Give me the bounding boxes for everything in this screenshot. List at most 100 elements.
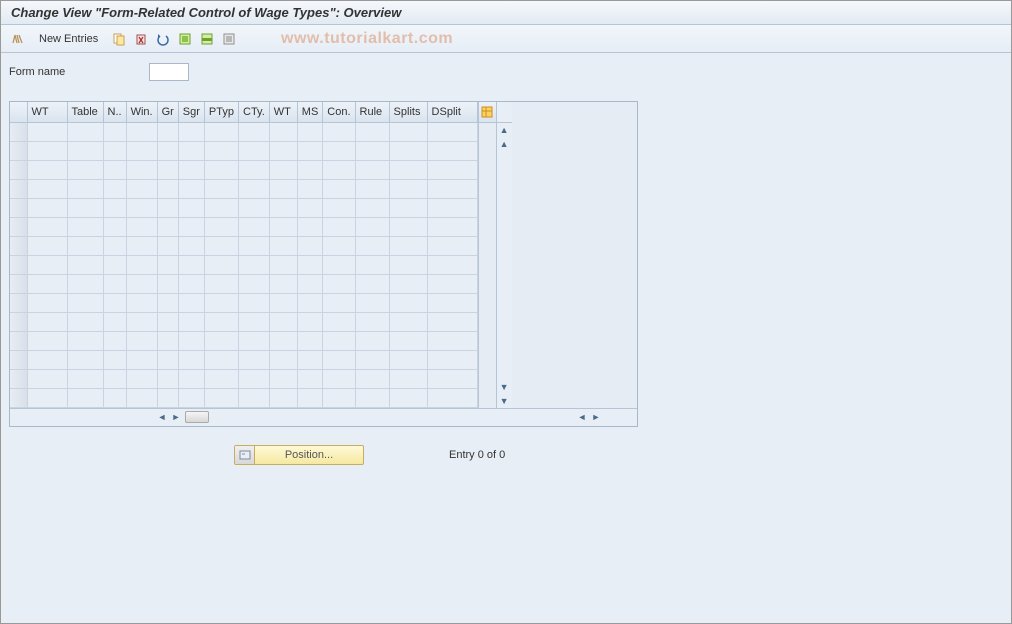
scroll-thumb[interactable] [185, 411, 209, 423]
table-cell[interactable] [355, 312, 389, 331]
table-cell[interactable] [178, 236, 204, 255]
table-cell[interactable] [427, 369, 477, 388]
column-header[interactable]: Table [67, 102, 103, 122]
table-cell[interactable] [389, 179, 427, 198]
table-cell[interactable] [355, 369, 389, 388]
table-cell[interactable] [204, 122, 238, 141]
table-cell[interactable] [126, 331, 157, 350]
select-all-icon[interactable] [176, 30, 194, 48]
table-cell[interactable] [103, 293, 126, 312]
table-cell[interactable] [239, 122, 270, 141]
table-cell[interactable] [126, 293, 157, 312]
table-cell[interactable] [389, 369, 427, 388]
row-selector[interactable] [10, 122, 27, 141]
table-cell[interactable] [67, 369, 103, 388]
table-cell[interactable] [204, 388, 238, 407]
row-selector[interactable] [10, 331, 27, 350]
table-cell[interactable] [204, 179, 238, 198]
table-cell[interactable] [297, 369, 323, 388]
table-cell[interactable] [389, 160, 427, 179]
table-cell[interactable] [427, 179, 477, 198]
table-cell[interactable] [239, 255, 270, 274]
table-cell[interactable] [178, 331, 204, 350]
table-cell[interactable] [204, 198, 238, 217]
table-cell[interactable] [323, 369, 355, 388]
table-cell[interactable] [126, 312, 157, 331]
table-cell[interactable] [269, 293, 297, 312]
table-cell[interactable] [427, 141, 477, 160]
table-cell[interactable] [269, 179, 297, 198]
table-cell[interactable] [323, 217, 355, 236]
table-cell[interactable] [103, 388, 126, 407]
table-cell[interactable] [27, 293, 67, 312]
table-cell[interactable] [297, 331, 323, 350]
table-cell[interactable] [157, 236, 178, 255]
table-cell[interactable] [323, 255, 355, 274]
table-cell[interactable] [269, 198, 297, 217]
table-cell[interactable] [323, 350, 355, 369]
table-cell[interactable] [269, 388, 297, 407]
table-cell[interactable] [27, 160, 67, 179]
table-cell[interactable] [239, 179, 270, 198]
table-cell[interactable] [355, 122, 389, 141]
table-cell[interactable] [27, 312, 67, 331]
table-cell[interactable] [157, 274, 178, 293]
row-selector[interactable] [10, 293, 27, 312]
row-selector[interactable] [10, 369, 27, 388]
table-cell[interactable] [427, 350, 477, 369]
table-cell[interactable] [157, 369, 178, 388]
table-cell[interactable] [297, 293, 323, 312]
table-cell[interactable] [67, 236, 103, 255]
table-cell[interactable] [103, 160, 126, 179]
table-cell[interactable] [178, 217, 204, 236]
table-cell[interactable] [157, 217, 178, 236]
table-cell[interactable] [67, 160, 103, 179]
scroll-up-icon[interactable]: ▲ [497, 123, 512, 137]
table-cell[interactable] [157, 160, 178, 179]
table-cell[interactable] [427, 312, 477, 331]
table-cell[interactable] [204, 350, 238, 369]
table-cell[interactable] [157, 198, 178, 217]
form-name-input[interactable] [149, 63, 189, 81]
table-cell[interactable] [239, 141, 270, 160]
scroll-left-icon[interactable]: ◄ [155, 410, 169, 424]
table-cell[interactable] [239, 274, 270, 293]
column-header[interactable]: WT [27, 102, 67, 122]
table-cell[interactable] [126, 350, 157, 369]
table-cell[interactable] [126, 255, 157, 274]
table-cell[interactable] [427, 198, 477, 217]
table-cell[interactable] [204, 160, 238, 179]
table-cell[interactable] [355, 236, 389, 255]
table-cell[interactable] [204, 236, 238, 255]
table-cell[interactable] [126, 160, 157, 179]
table-cell[interactable] [178, 198, 204, 217]
table-cell[interactable] [67, 179, 103, 198]
table-cell[interactable] [126, 369, 157, 388]
table-cell[interactable] [126, 217, 157, 236]
table-cell[interactable] [204, 141, 238, 160]
table-cell[interactable] [389, 350, 427, 369]
table-cell[interactable] [103, 350, 126, 369]
table-cell[interactable] [178, 141, 204, 160]
table-cell[interactable] [178, 388, 204, 407]
table-cell[interactable] [27, 179, 67, 198]
table-cell[interactable] [103, 369, 126, 388]
row-selector[interactable] [10, 198, 27, 217]
table-cell[interactable] [389, 293, 427, 312]
new-entries-button[interactable]: New Entries [31, 31, 106, 47]
table-cell[interactable] [297, 198, 323, 217]
table-cell[interactable] [178, 122, 204, 141]
table-cell[interactable] [67, 217, 103, 236]
table-cell[interactable] [323, 236, 355, 255]
table-cell[interactable] [297, 141, 323, 160]
table-cell[interactable] [27, 236, 67, 255]
table-cell[interactable] [269, 160, 297, 179]
table-cell[interactable] [103, 179, 126, 198]
table-cell[interactable] [427, 388, 477, 407]
table-cell[interactable] [157, 312, 178, 331]
table-cell[interactable] [239, 350, 270, 369]
table-cell[interactable] [389, 217, 427, 236]
position-button[interactable]: Position... [234, 445, 364, 465]
toggle-icon[interactable] [9, 30, 27, 48]
table-cell[interactable] [204, 369, 238, 388]
